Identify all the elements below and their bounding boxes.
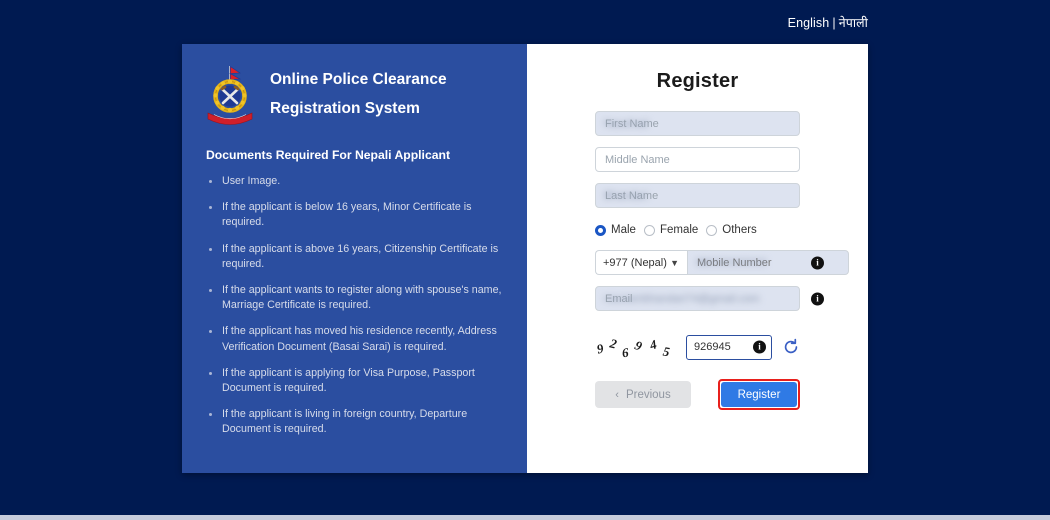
phone-info-icon[interactable]: i — [811, 256, 824, 269]
language-separator: | — [832, 15, 836, 30]
register-form-panel: Register Naushad Bhandari Male — [527, 44, 868, 473]
radio-selected-icon[interactable] — [595, 224, 606, 236]
documents-list: User Image. If the applicant is below 16… — [204, 174, 505, 437]
gender-option-others-label: Others — [722, 224, 757, 236]
first-name-input[interactable] — [595, 111, 800, 136]
refresh-captcha-icon[interactable] — [782, 338, 800, 356]
gender-option-female-label: Female — [659, 224, 699, 236]
phone-row: +977 (Nepal) ▼ 98XXXXXXXX i — [595, 250, 849, 275]
brand-title: Online Police Clearance Registration Sys… — [270, 66, 447, 123]
list-item: If the applicant is applying for Visa Pu… — [204, 366, 505, 396]
captcha-char: 4 — [647, 336, 659, 353]
list-item: User Image. — [204, 174, 505, 189]
captcha-char: 2 — [608, 335, 619, 352]
gender-option-others[interactable]: Others — [706, 224, 757, 236]
phone-number-input[interactable] — [687, 250, 849, 275]
radio-unselected-icon[interactable] — [706, 224, 718, 236]
last-name-input[interactable] — [595, 183, 800, 208]
documents-heading: Documents Required For Nepali Applicant — [206, 148, 451, 162]
list-item: If the applicant has moved his residence… — [204, 324, 505, 354]
register-button[interactable]: Register — [721, 382, 797, 407]
form-actions: ‹ Previous Register — [595, 379, 800, 410]
gender-option-male[interactable]: Male — [595, 224, 636, 236]
language-bar: English | नेपाली — [0, 0, 1050, 44]
email-info-icon[interactable]: i — [811, 292, 824, 305]
register-button-highlight: Register — [718, 379, 800, 410]
country-code-wrapper: +977 (Nepal) ▼ — [595, 250, 687, 275]
captcha-field: i — [686, 334, 772, 360]
last-name-row: Bhandari — [595, 183, 800, 208]
registration-card: Online Police Clearance Registration Sys… — [182, 44, 868, 473]
gender-option-female[interactable]: Female — [643, 224, 699, 236]
list-item: If the applicant is above 16 years, Citi… — [204, 242, 505, 272]
list-item: If the applicant wants to register along… — [204, 283, 505, 313]
email-row: nausambhandari74@gmail.com i — [595, 286, 824, 311]
middle-name-row — [595, 147, 800, 172]
previous-button[interactable]: ‹ Previous — [595, 381, 691, 408]
nepal-police-emblem-icon — [204, 64, 256, 126]
chevron-left-icon: ‹ — [615, 388, 619, 401]
gender-option-male-label: Male — [611, 224, 636, 236]
previous-button-label: Previous — [625, 388, 671, 401]
radio-unselected-icon[interactable] — [643, 224, 655, 236]
email-input[interactable] — [595, 286, 800, 311]
gender-radio-group: Male Female Others — [595, 224, 800, 236]
language-switcher: English | नेपाली — [788, 14, 868, 31]
captcha-char: 9 — [595, 340, 605, 357]
captcha-char: 9 — [632, 337, 645, 354]
list-item: If the applicant is below 16 years, Mino… — [204, 200, 505, 230]
info-panel: Online Police Clearance Registration Sys… — [182, 44, 527, 473]
first-name-row: Naushad — [595, 111, 800, 136]
captcha-row: 9 2 6 9 4 5 i — [595, 333, 800, 361]
language-link-english[interactable]: English — [788, 16, 830, 30]
list-item: If the applicant is living in foreign co… — [204, 407, 505, 437]
bottom-strip — [0, 515, 1050, 520]
middle-name-input[interactable] — [595, 147, 800, 172]
captcha-char: 5 — [661, 343, 671, 360]
captcha-char: 6 — [620, 344, 630, 361]
brand-title-line2: Registration System — [270, 100, 420, 117]
country-code-select[interactable]: +977 (Nepal) — [595, 250, 687, 275]
captcha-image: 9 2 6 9 4 5 — [595, 333, 683, 361]
brand-title-line1: Online Police Clearance — [270, 71, 447, 89]
captcha-info-icon[interactable]: i — [753, 340, 766, 354]
brand-header: Online Police Clearance Registration Sys… — [204, 64, 505, 126]
page-title: Register — [656, 70, 739, 92]
language-link-nepali[interactable]: नेपाली — [839, 16, 868, 30]
